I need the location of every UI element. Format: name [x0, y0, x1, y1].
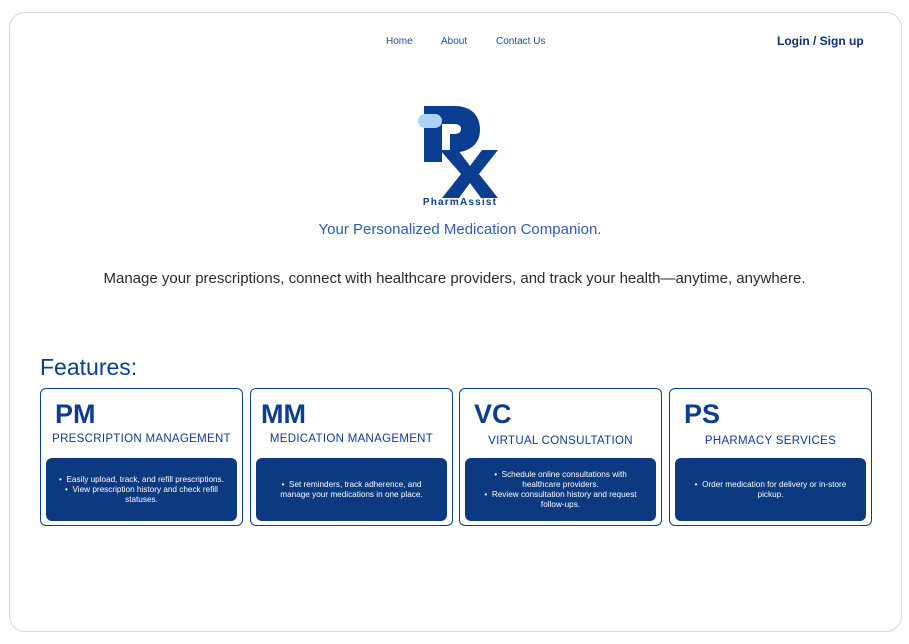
feature-code: MM [261, 399, 306, 429]
feature-panel: Order medication for delivery or in-stor… [675, 458, 866, 521]
feature-code: PM [55, 399, 96, 429]
brand-name: PharmAssist [422, 197, 498, 208]
features-heading: Features: [40, 354, 138, 380]
nav-home-link[interactable]: Home [386, 36, 413, 47]
feature-name: MEDICATION MANAGEMENT [269, 433, 434, 445]
feature-code: VC [474, 399, 512, 429]
feature-bullet: Set reminders, track adherence, and mana… [266, 480, 437, 500]
tagline: Your Personalized Medication Companion. [318, 221, 602, 238]
rx-logo-icon [418, 106, 498, 198]
hero-description: Manage your prescriptions, connect with … [103, 270, 806, 287]
feature-bullet: View prescription history and check refi… [56, 485, 227, 505]
feature-bullet: Review consultation history and request … [475, 490, 646, 510]
feature-name: PHARMACY SERVICES [704, 435, 837, 447]
nav-contact-link[interactable]: Contact Us [496, 36, 545, 47]
nav-about-link[interactable]: About [441, 36, 467, 47]
feature-bullet: Order medication for delivery or in-stor… [685, 480, 856, 500]
feature-name: VIRTUAL CONSULTATION [488, 435, 633, 447]
feature-name: PRESCRIPTION MANAGEMENT [52, 433, 231, 445]
feature-panel: Schedule online consultations with healt… [465, 458, 656, 521]
feature-card-ps[interactable]: PS PHARMACY SERVICES Order medication fo… [669, 388, 872, 526]
feature-bullet: Easily upload, track, and refill prescri… [56, 475, 227, 485]
feature-card-pm[interactable]: PM PRESCRIPTION MANAGEMENT Easily upload… [40, 388, 243, 526]
feature-bullet: Schedule online consultations with healt… [475, 470, 646, 490]
feature-panel: Set reminders, track adherence, and mana… [256, 458, 447, 521]
login-signup-link[interactable]: Login / Sign up [777, 34, 864, 48]
top-nav: Home About Contact Us [0, 35, 909, 49]
feature-card-mm[interactable]: MM MEDICATION MANAGEMENT Set reminders, … [250, 388, 453, 526]
feature-card-vc[interactable]: VC VIRTUAL CONSULTATION Schedule online … [459, 388, 662, 526]
feature-panel: Easily upload, track, and refill prescri… [46, 458, 237, 521]
feature-code: PS [684, 399, 721, 429]
